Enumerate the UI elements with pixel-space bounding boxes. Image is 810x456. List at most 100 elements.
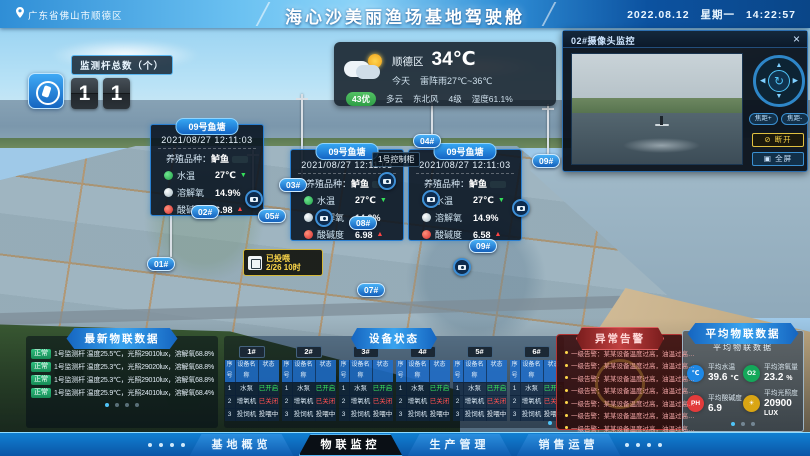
status-badge: 正常 — [31, 375, 51, 385]
alarm-text: 一级告警：某某设备温度过高，油温过高… — [571, 398, 695, 408]
alarm-text: 一级告警：某某设备温度过高，油温过高… — [571, 410, 695, 420]
pond-marker-02[interactable]: 02# — [191, 205, 219, 219]
counter-digit: 1 — [71, 78, 98, 109]
device-row: 3 投饲机 投喂中 — [282, 408, 336, 421]
average-item: O2 平均溶氧量 23.2 % — [743, 363, 799, 383]
ptz-left-icon[interactable]: ◀ — [760, 78, 765, 85]
nav-tab[interactable]: 物联监控 — [299, 434, 403, 456]
species-label: 养殖品种： — [424, 179, 469, 189]
ptz-reset-icon[interactable]: ↻ — [768, 70, 790, 92]
average-value: 39.6 — [708, 372, 727, 383]
trend-down-icon — [380, 197, 387, 204]
camera-marker-icon[interactable] — [422, 190, 440, 208]
device-status-value: 已关闭 — [430, 395, 450, 408]
alarm-rows: 一级告警：某某设备温度过高，油温过高… 一级告警：某某设备温度过高，油温过高… … — [565, 348, 677, 433]
col-status: 状态 — [487, 360, 507, 382]
pagination-dot[interactable] — [741, 422, 745, 426]
disconnect-button[interactable]: ⊘ 断开 — [752, 133, 804, 147]
device-group: 2# 序号 设备名称 状态 1 水泵 已开启 2 增氧机 已关闭 — [282, 346, 336, 421]
device-group: 5# 序号 设备名称 状态 1 水泵 已开启 2 增氧机 已关闭 — [453, 346, 507, 421]
device-status-value: 已开启 — [259, 382, 279, 395]
pagination-dot[interactable] — [125, 403, 129, 407]
pond-card-title: 09号鱼塘 — [315, 143, 378, 160]
metric-label: 水温 — [435, 194, 473, 207]
alarm-row: 一级告警：某某设备温度过高，油温过高… — [565, 360, 677, 370]
alarm-panel: 异常告警 一级告警：某某设备温度过高，油温过高… 一级告警：某某设备温度过高，油… — [556, 334, 684, 430]
pond-marker-03[interactable]: 03# — [279, 178, 307, 192]
fish-thumbnail — [232, 156, 248, 163]
metric-value: 6.98 — [355, 230, 373, 240]
metric-label: 溶解氧 — [435, 211, 473, 224]
alarm-text: 一级告警：某某设备温度过高，油温过高… — [571, 348, 695, 358]
camera-monitor-panel: 02#摄像头监控 × ▲ ▼ ◀ ▶ ↻ 焦距+ 焦距- ⊘ 断开 ▣ 全屏 — [562, 30, 808, 172]
pond-marker-09[interactable]: 09# — [532, 154, 560, 168]
nav-tab[interactable]: 基地概览 — [190, 434, 294, 456]
weather-humidity: 湿度61.1% — [472, 93, 513, 105]
ptz-right-icon[interactable]: ▶ — [793, 78, 798, 85]
col-name: 设备名称 — [350, 360, 373, 382]
device-row: 1 水泵 已开启 — [282, 382, 336, 395]
alarm-bullet-icon — [565, 426, 568, 429]
pond-marker-05[interactable]: 05# — [258, 209, 286, 223]
fish-thumbnail — [490, 181, 506, 188]
device-group-tab[interactable]: 2# — [296, 346, 322, 358]
pagination-dot[interactable] — [115, 403, 119, 407]
device-group-tab[interactable]: 6# — [524, 346, 550, 358]
metric-icon: ☀ — [743, 395, 760, 412]
camera-marker-icon[interactable] — [453, 258, 471, 276]
ptz-down-icon[interactable]: ▼ — [776, 93, 783, 100]
pond-card-time: 2021/08/27 12:11:03 — [416, 160, 514, 174]
pond-marker-04[interactable]: 04# — [413, 134, 441, 148]
col-no: 序号 — [453, 360, 464, 382]
device-status-value: 投喂中 — [430, 408, 450, 421]
device-group-tab[interactable]: 5# — [467, 346, 493, 358]
pond-marker-01[interactable]: 01# — [147, 257, 175, 271]
alarm-bullet-icon — [565, 389, 568, 392]
pagination-dot[interactable] — [548, 421, 552, 425]
pagination-dot[interactable] — [751, 422, 755, 426]
latest-iot-text: 1号监测杆 温度25.3℃，光照29010lux，溶解氧68.8% — [54, 375, 214, 385]
device-table-header: 序号 设备名称 状态 — [453, 360, 507, 382]
close-icon[interactable]: × — [793, 32, 800, 47]
pond-marker-09b[interactable]: 09# — [469, 239, 497, 253]
device-status-value: 已关闭 — [316, 395, 336, 408]
pagination-dot[interactable] — [105, 403, 109, 407]
metric-label: 水温 — [177, 169, 215, 182]
nav-tab[interactable]: 销售运营 — [517, 434, 621, 456]
pond-marker-08[interactable]: 08# — [349, 216, 377, 230]
fullscreen-button[interactable]: ▣ 全屏 — [752, 152, 804, 166]
device-groups: 1# 序号 设备名称 状态 1 水泵 已开启 2 增氧机 已关闭 — [227, 346, 561, 421]
camera-marker-icon[interactable] — [378, 172, 396, 190]
pole-counter-label: 监测杆总数（个） — [71, 55, 173, 75]
ptz-up-icon[interactable]: ▲ — [776, 62, 783, 69]
monitor-logo-icon — [28, 73, 64, 109]
dissolved-oxygen-icon — [422, 213, 431, 222]
nav-tab[interactable]: 生产管理 — [408, 434, 512, 456]
alarm-row: 一级告警：某某设备温度过高，油温过高… — [565, 398, 677, 408]
camera-marker-icon[interactable] — [512, 199, 530, 217]
device-row: 3 投饲机 投喂中 — [453, 408, 507, 421]
device-group-tab[interactable]: 1# — [239, 346, 265, 358]
device-row: 3 投饲机 投喂中 — [396, 408, 450, 421]
alarm-bullet-icon — [565, 414, 568, 417]
device-status-value: 已关闭 — [373, 395, 393, 408]
alarm-text: 一级告警：某某设备温度过高，油温过高… — [571, 360, 695, 370]
device-table-header: 序号 设备名称 状态 — [225, 360, 279, 382]
ph-icon — [164, 205, 173, 214]
pond-marker-07[interactable]: 07# — [357, 283, 385, 297]
camera-marker-icon[interactable] — [315, 209, 333, 227]
col-name: 设备名称 — [293, 360, 316, 382]
latest-iot-row: 正常 1号监测杆 温度25.5℃，光照29010lux，溶解氧68.8% — [31, 349, 213, 359]
focus-in-button[interactable]: 焦距+ — [749, 113, 778, 125]
camera-marker-icon[interactable] — [245, 190, 263, 208]
pagination-dot[interactable] — [731, 422, 735, 426]
weather-condition: 多云 — [386, 93, 403, 105]
col-status: 状态 — [316, 360, 336, 382]
average-label: 平均光照度 — [764, 389, 799, 398]
latest-iot-title: 最新物联数据 — [67, 328, 178, 349]
pagination-dot[interactable] — [135, 403, 139, 407]
focus-out-button[interactable]: 焦距- — [781, 113, 810, 125]
device-status-value: 投喂中 — [316, 408, 336, 421]
average-pagination — [687, 422, 799, 426]
alarm-bullet-icon — [565, 401, 568, 404]
